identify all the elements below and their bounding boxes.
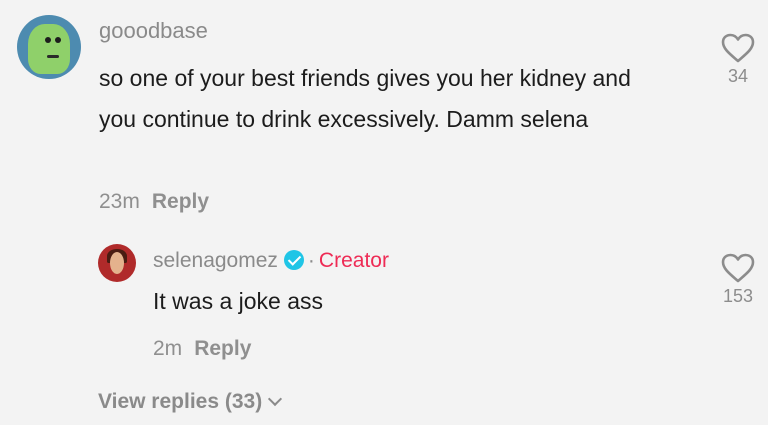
creator-badge: Creator bbox=[318, 249, 389, 272]
reply-like-button[interactable]: 153 bbox=[716, 252, 760, 307]
reply-meta: 2m Reply bbox=[153, 337, 251, 361]
heart-icon bbox=[721, 33, 755, 63]
reply-reply-button[interactable]: Reply bbox=[194, 337, 251, 360]
comment-text: so one of your best friends gives you he… bbox=[99, 65, 631, 132]
verified-badge-icon bbox=[283, 250, 304, 270]
comment-like-count: 34 bbox=[727, 66, 749, 86]
comment-username[interactable]: gooodbase bbox=[99, 18, 208, 44]
commenter-avatar[interactable] bbox=[17, 15, 81, 79]
comment-like-button[interactable]: 34 bbox=[716, 32, 760, 87]
creator-avatar[interactable] bbox=[98, 244, 136, 282]
reply-timestamp: 2m bbox=[153, 337, 183, 360]
comment-timestamp: 23m bbox=[99, 190, 140, 213]
reply-like-count: 153 bbox=[722, 286, 754, 306]
comment-meta: 23m Reply bbox=[99, 190, 209, 214]
frog-icon bbox=[28, 24, 70, 74]
heart-icon bbox=[721, 253, 755, 283]
comment-thread: gooodbase so one of your best friends gi… bbox=[0, 0, 768, 425]
reply-username[interactable]: selenagomez bbox=[153, 249, 278, 272]
chevron-down-icon bbox=[268, 391, 283, 407]
view-replies-label: View replies (33) bbox=[98, 390, 263, 413]
view-replies-button[interactable]: View replies (33) bbox=[98, 390, 283, 414]
reply-username-row: selenagomez · Creator bbox=[153, 249, 389, 272]
reply-text: It was a joke ass bbox=[153, 288, 324, 314]
comment-reply-button[interactable]: Reply bbox=[152, 190, 209, 213]
